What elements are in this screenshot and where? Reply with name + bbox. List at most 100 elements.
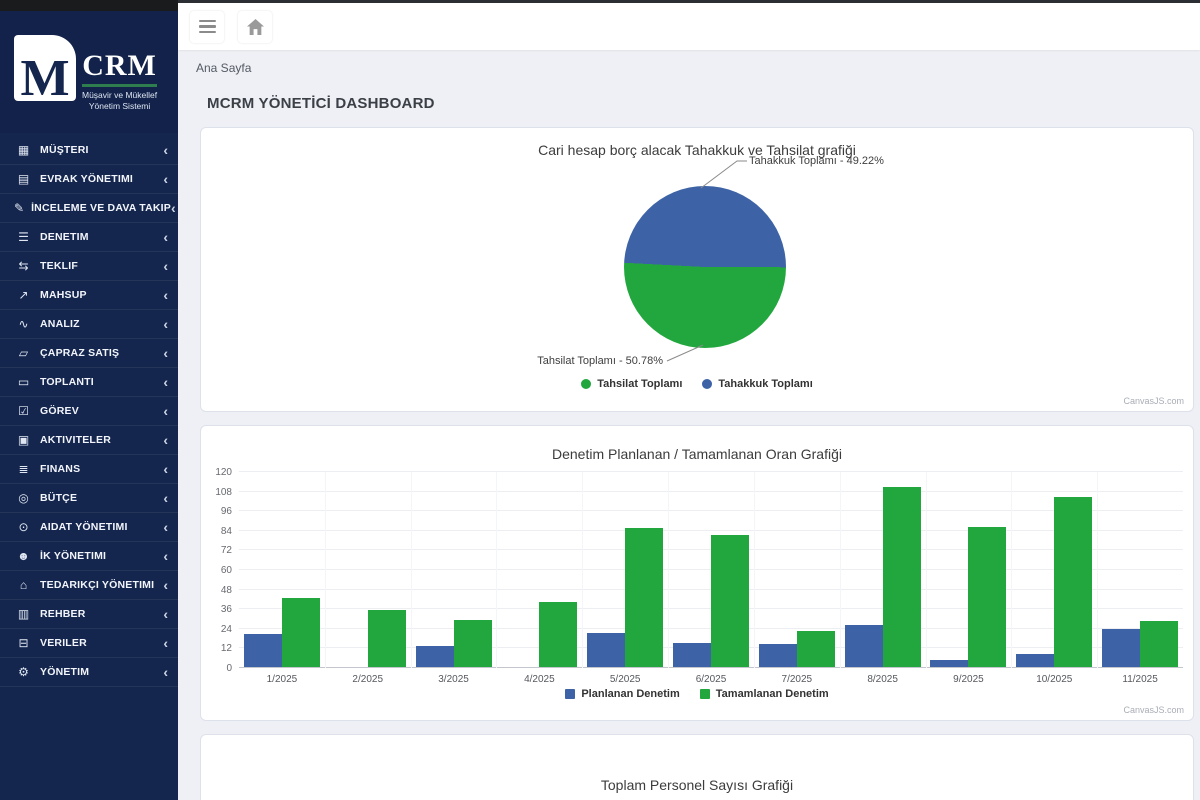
sidebar-item-mahsup[interactable]: ↗MAHSUP‹ <box>0 281 178 310</box>
sidebar-item-label: EVRAK YÖNETIMI <box>40 173 163 185</box>
warehouse-icon: ⌂ <box>14 578 33 592</box>
breadcrumb[interactable]: Ana Sayfa <box>196 61 251 75</box>
sidebar-item-i-k-y-netimi[interactable]: ☻ İK YÖNETIMI‹ <box>0 542 178 571</box>
sidebar-item-y-netim[interactable]: ⚙ YÖNETIM‹ <box>0 658 178 687</box>
legend-marker-icon <box>700 689 710 699</box>
y-axis-tick-label: 96 <box>202 506 232 517</box>
top-bar <box>178 3 1200 50</box>
legend-item-planlanan-denetim[interactable]: Planlanan Denetim <box>565 688 679 700</box>
coins-icon: ◎ <box>14 491 33 505</box>
canvasjs-watermark[interactable]: CanvasJS.com <box>1123 396 1184 406</box>
sidebar-toggle-button[interactable] <box>190 11 224 43</box>
sidebar-item-label: BÜTÇE <box>40 492 163 504</box>
chevron-left-icon: ‹ <box>163 433 168 447</box>
address-book-icon: ▥ <box>14 607 33 621</box>
y-axis-tick-label: 24 <box>202 624 232 635</box>
sidebar-item-finans[interactable]: ≣FINANS‹ <box>0 455 178 484</box>
user-icon: ☻ <box>14 549 33 563</box>
bar-planlanan-10-2025 <box>1016 654 1054 667</box>
list-icon: ☰ <box>14 230 33 244</box>
sidebar-item-label: İK YÖNETIMI <box>40 550 163 562</box>
bar-planlanan-8-2025 <box>845 625 883 667</box>
sidebar-item-denetim[interactable]: ☰DENETIM‹ <box>0 223 178 252</box>
sidebar-item-veriler[interactable]: ⊟VERILER‹ <box>0 629 178 658</box>
bar-planlanan-6-2025 <box>673 643 711 668</box>
home-button[interactable] <box>238 11 272 43</box>
bar-tamamlanan-11-2025 <box>1140 621 1178 667</box>
legend-marker-icon <box>702 379 712 389</box>
page-title-row: MCRM YÖNETİCİ DASHBOARD <box>178 81 1200 127</box>
bar-planlanan-5-2025 <box>587 633 625 667</box>
bar-tamamlanan-1-2025 <box>282 598 320 667</box>
sidebar-item-apraz-sati[interactable]: ▱ÇAPRAZ SATIŞ‹ <box>0 339 178 368</box>
sidebar-item-evrak-y-netimi[interactable]: ▤ EVRAK YÖNETIMI‹ <box>0 165 178 194</box>
sidebar-item-aidat-y-netimi[interactable]: ⊙AIDAT YÖNETIMI‹ <box>0 513 178 542</box>
chevron-left-icon: ‹ <box>163 375 168 389</box>
pie-legend: Tahsilat Toplamı Tahakkuk Toplamı <box>201 378 1193 390</box>
bar-tamamlanan-8-2025 <box>883 487 921 667</box>
sidebar-item-b-t-e[interactable]: ◎ BÜTÇE‹ <box>0 484 178 513</box>
x-axis-tick-label: 4/2025 <box>524 674 555 685</box>
bar-tamamlanan-5-2025 <box>625 528 663 667</box>
hamburger-icon <box>199 20 216 23</box>
sidebar-item-analiz[interactable]: ∿ANALIZ‹ <box>0 310 178 339</box>
chevron-left-icon: ‹ <box>163 665 168 679</box>
users-cog-icon: ⚙ <box>14 665 33 679</box>
gridline <box>239 510 1183 511</box>
legend-label: Tahakkuk Toplamı <box>718 378 812 390</box>
main-content: Ana Sayfa MCRM YÖNETİCİ DASHBOARD Cari h… <box>178 0 1200 800</box>
sidebar-item-label: YÖNETIM <box>40 666 163 678</box>
app-logo[interactable]: M CRM Müşavir ve Mükellef Yönetim Sistem… <box>0 0 178 133</box>
plot-vertical-gridline <box>754 472 755 668</box>
sidebar-item-aktiviteler[interactable]: ▣AKTIVITELER‹ <box>0 426 178 455</box>
pie-chart <box>624 186 786 348</box>
legend-item-tahsilat-toplam[interactable]: Tahsilat Toplamı <box>581 378 682 390</box>
sidebar-item-tedarik-i-y-netimi[interactable]: ⌂TEDARIKÇI YÖNETIMI‹ <box>0 571 178 600</box>
calendar-check-icon: ▣ <box>14 433 33 447</box>
legend-item-tahakkuk-toplam[interactable]: Tahakkuk Toplamı <box>702 378 812 390</box>
chevron-left-icon: ‹ <box>163 143 168 157</box>
bar-legend: Planlanan Denetim Tamamlanan Denetim <box>201 688 1193 700</box>
chevron-left-icon: ‹ <box>163 172 168 186</box>
bar-tamamlanan-4-2025 <box>539 602 577 667</box>
bar-tamamlanan-2-2025 <box>368 610 406 667</box>
industry-icon: ▦ <box>14 143 33 157</box>
chat-bubble-icon: ▭ <box>14 375 33 389</box>
chevron-left-icon: ‹ <box>163 520 168 534</box>
x-axis-tick-label: 7/2025 <box>782 674 813 685</box>
chevron-left-icon: ‹ <box>163 578 168 592</box>
x-axis-tick-label: 8/2025 <box>867 674 898 685</box>
bar-planlanan-3-2025 <box>416 646 454 667</box>
sidebar-item-i-nceleme-ve-dava-takip[interactable]: ✎İNCELEME VE DAVA TAKIP‹ <box>0 194 178 223</box>
sidebar-item-rehber[interactable]: ▥REHBER‹ <box>0 600 178 629</box>
gridline <box>239 471 1183 472</box>
document-archive-icon: ▤ <box>14 172 33 186</box>
sidebar-item-label: GÖREV <box>40 405 163 417</box>
bar-chart-plot: 012243648607284961081201/20252/20253/202… <box>239 472 1183 668</box>
x-axis-tick-label: 1/2025 <box>267 674 298 685</box>
chevron-left-icon: ‹ <box>163 549 168 563</box>
legend-marker-icon <box>565 689 575 699</box>
pie-callout-tahsilat: Tahsilat Toplamı - 50.78% <box>521 355 663 367</box>
bar-chart-card: Denetim Planlanan / Tamamlanan Oran Graf… <box>200 425 1194 721</box>
logo-monogram-icon: M <box>14 35 76 101</box>
y-axis-tick-label: 36 <box>202 604 232 615</box>
chevron-left-icon: ‹ <box>163 346 168 360</box>
plot-vertical-gridline <box>411 472 412 668</box>
canvasjs-watermark[interactable]: CanvasJS.com <box>1123 705 1184 715</box>
bar-tamamlanan-6-2025 <box>711 535 749 667</box>
personnel-chart-card: Toplam Personel Sayısı Grafiği <box>200 734 1194 800</box>
sidebar-item-toplanti[interactable]: ▭TOPLANTI‹ <box>0 368 178 397</box>
sidebar-item-teklif[interactable]: ⇆TEKLIF‹ <box>0 252 178 281</box>
chevron-left-icon: ‹ <box>163 491 168 505</box>
sidebar-item-m-teri[interactable]: ▦MÜŞTERI‹ <box>0 136 178 165</box>
bar-planlanan-11-2025 <box>1102 629 1140 667</box>
sidebar-item-g-rev[interactable]: ☑GÖREV‹ <box>0 397 178 426</box>
chevron-left-icon: ‹ <box>163 636 168 650</box>
bar-tamamlanan-7-2025 <box>797 631 835 667</box>
legend-item-tamamlanan-denetim[interactable]: Tamamlanan Denetim <box>700 688 829 700</box>
plot-vertical-gridline <box>582 472 583 668</box>
legend-label: Tamamlanan Denetim <box>716 688 829 700</box>
y-axis-tick-label: 84 <box>202 526 232 537</box>
database-icon: ⊟ <box>14 636 33 650</box>
